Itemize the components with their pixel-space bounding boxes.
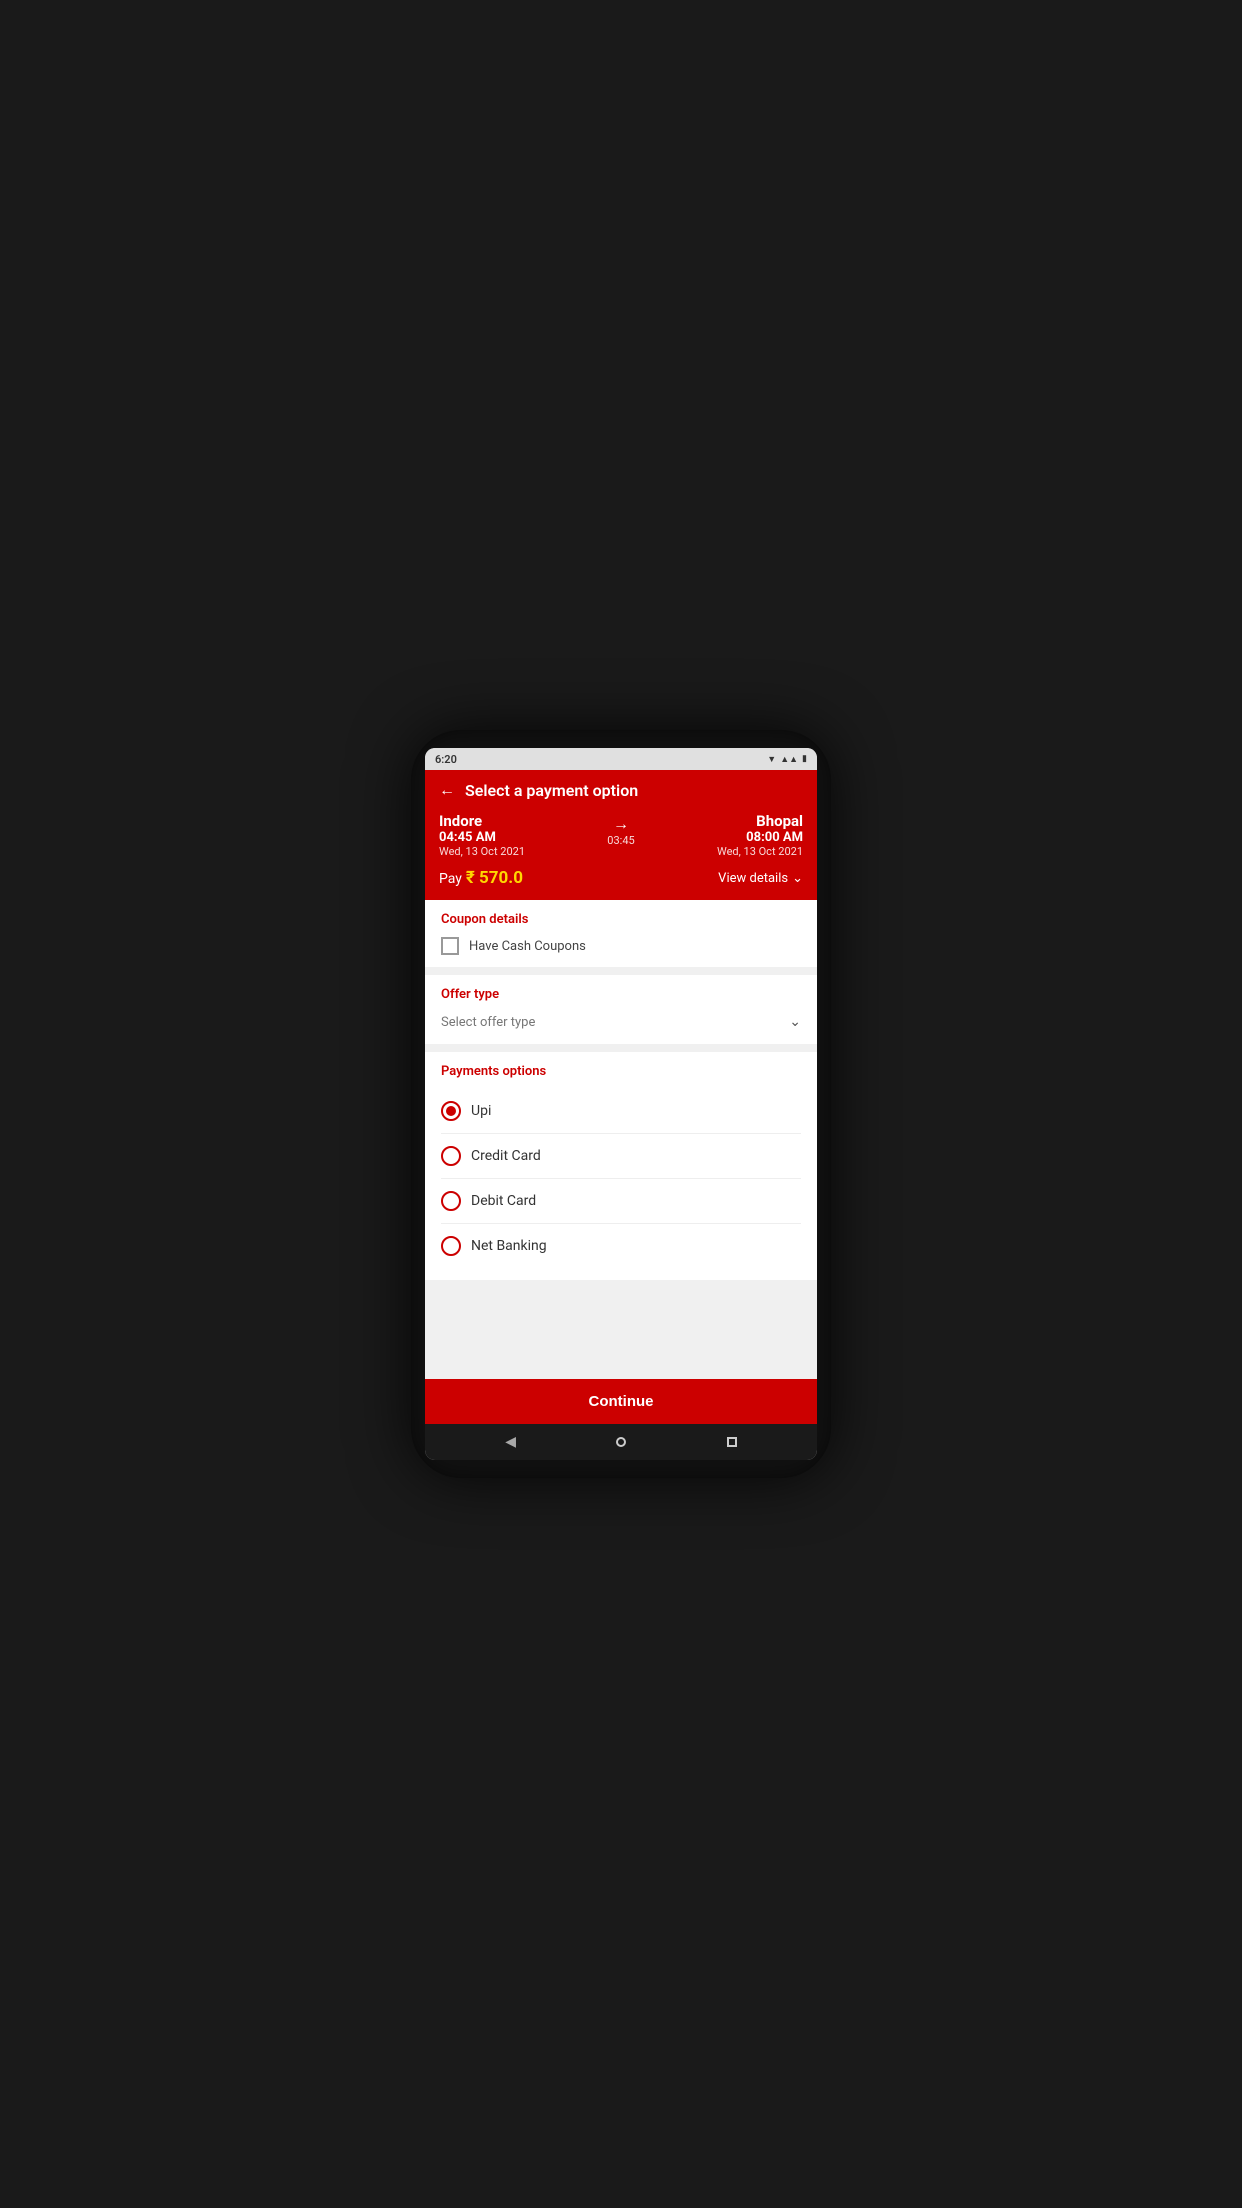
radio-upi[interactable] bbox=[441, 1101, 461, 1121]
pay-info: Pay ₹ 570.0 bbox=[439, 868, 523, 888]
back-button[interactable]: ← bbox=[439, 780, 455, 800]
origin-city: Indore bbox=[439, 812, 525, 830]
offer-section-title: Offer type bbox=[441, 987, 801, 1002]
offer-type-placeholder: Select offer type bbox=[441, 1015, 535, 1030]
payment-option-debit-card[interactable]: Debit Card bbox=[441, 1179, 801, 1224]
radio-debit-card-label: Debit Card bbox=[471, 1193, 536, 1209]
cash-coupon-label: Have Cash Coupons bbox=[469, 939, 586, 954]
journey-row: Indore 04:45 AM Wed, 13 Oct 2021 → 03:45… bbox=[439, 812, 803, 858]
pay-amount: ₹ 570.0 bbox=[466, 868, 523, 888]
journey-middle: → 03:45 bbox=[607, 812, 634, 847]
page-title: Select a payment option bbox=[465, 781, 638, 800]
phone-screen: 6:20 ▼ ▲▲ ▮ ← Select a payment option In… bbox=[425, 748, 817, 1460]
offer-section: Offer type Select offer type ⌄ bbox=[425, 975, 817, 1044]
wifi-icon: ▼ bbox=[767, 754, 776, 765]
payment-option-net-banking[interactable]: Net Banking bbox=[441, 1224, 801, 1268]
radio-credit-card-label: Credit Card bbox=[471, 1148, 541, 1164]
pay-row: Pay ₹ 570.0 View details ⌄ bbox=[439, 868, 803, 888]
direction-arrow: → bbox=[613, 814, 629, 834]
payment-option-credit-card[interactable]: Credit Card bbox=[441, 1134, 801, 1179]
pay-label: Pay bbox=[439, 871, 462, 887]
origin-time: 04:45 AM bbox=[439, 830, 525, 845]
radio-upi-label: Upi bbox=[471, 1103, 491, 1119]
battery-icon: ▮ bbox=[802, 754, 807, 764]
status-icons: ▼ ▲▲ ▮ bbox=[767, 754, 807, 765]
offer-type-chevron: ⌄ bbox=[789, 1014, 801, 1030]
content-area: Coupon details Have Cash Coupons Offer t… bbox=[425, 900, 817, 1379]
view-details-button[interactable]: View details ⌄ bbox=[718, 871, 803, 886]
header-title-row: ← Select a payment option bbox=[439, 780, 803, 800]
journey-destination: Bhopal 08:00 AM Wed, 13 Oct 2021 bbox=[717, 812, 803, 858]
bottom-nav: ◀ bbox=[425, 1424, 817, 1460]
cash-coupon-checkbox[interactable] bbox=[441, 937, 459, 955]
dest-time: 08:00 AM bbox=[717, 830, 803, 845]
dest-date: Wed, 13 Oct 2021 bbox=[717, 845, 803, 858]
status-time: 6:20 bbox=[435, 753, 457, 766]
origin-date: Wed, 13 Oct 2021 bbox=[439, 845, 525, 858]
coupon-section: Coupon details Have Cash Coupons bbox=[425, 900, 817, 967]
continue-button[interactable]: Continue bbox=[425, 1379, 817, 1424]
signal-icon: ▲▲ bbox=[780, 754, 798, 765]
recents-nav-button[interactable] bbox=[727, 1437, 737, 1447]
payment-option-upi[interactable]: Upi bbox=[441, 1089, 801, 1134]
journey-duration: 03:45 bbox=[607, 834, 634, 847]
offer-type-select[interactable]: Select offer type ⌄ bbox=[441, 1012, 801, 1032]
back-nav-button[interactable]: ◀ bbox=[505, 1434, 516, 1450]
radio-debit-card[interactable] bbox=[441, 1191, 461, 1211]
radio-net-banking-label: Net Banking bbox=[471, 1238, 547, 1254]
app-header: ← Select a payment option Indore 04:45 A… bbox=[425, 770, 817, 900]
radio-credit-card[interactable] bbox=[441, 1146, 461, 1166]
view-details-label: View details bbox=[718, 871, 788, 886]
radio-net-banking[interactable] bbox=[441, 1236, 461, 1256]
coupon-section-title: Coupon details bbox=[441, 912, 801, 927]
status-bar: 6:20 ▼ ▲▲ ▮ bbox=[425, 748, 817, 770]
coupon-checkbox-row[interactable]: Have Cash Coupons bbox=[441, 937, 801, 955]
journey-origin: Indore 04:45 AM Wed, 13 Oct 2021 bbox=[439, 812, 525, 858]
phone-frame: 6:20 ▼ ▲▲ ▮ ← Select a payment option In… bbox=[411, 730, 831, 1478]
payments-section: Payments options Upi Credit Card Debit C… bbox=[425, 1052, 817, 1280]
payments-section-title: Payments options bbox=[441, 1064, 801, 1079]
dest-city: Bhopal bbox=[717, 812, 803, 830]
view-details-chevron: ⌄ bbox=[792, 871, 803, 886]
home-nav-button[interactable] bbox=[616, 1437, 626, 1447]
